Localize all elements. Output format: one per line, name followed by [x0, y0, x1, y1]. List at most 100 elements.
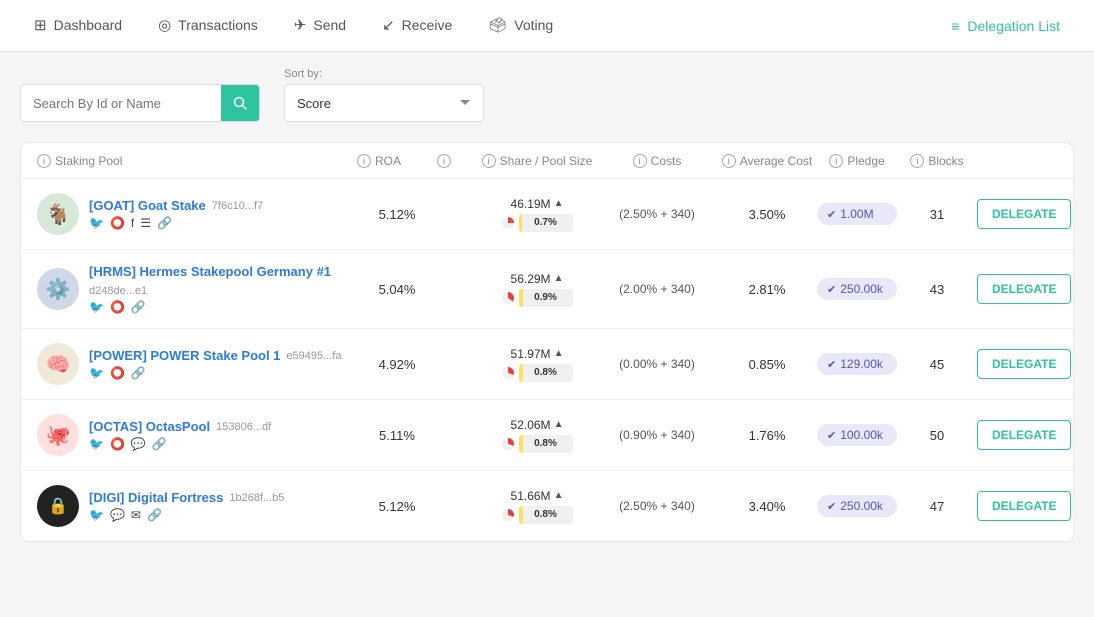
sort-container: Sort by: Score ROA Pledge Blocks Pool Si…: [284, 68, 484, 122]
twitter-icon[interactable]: 🐦: [89, 366, 104, 380]
discord-icon[interactable]: 💬: [131, 437, 146, 451]
costs-cell-hrms: (2.00% + 340): [597, 282, 717, 296]
link-icon[interactable]: 🔗: [147, 508, 162, 522]
delegation-list-icon: ≡: [951, 18, 959, 34]
pledge-check-icon: ✔: [827, 208, 836, 221]
action-cell-power: DELEGATE: [977, 349, 1074, 379]
share-pie-digi: [502, 509, 514, 521]
pool-ticker-power[interactable]: [POWER] POWER Stake Pool 1: [89, 348, 280, 363]
pool-socials-octas: 🐦 ⭕ 💬 🔗: [89, 437, 271, 451]
table-row: 🐙 [OCTAS] OctasPool 153806...df 🐦 ⭕ 💬 🔗 …: [21, 400, 1073, 471]
pledge-check-icon: ✔: [827, 500, 836, 513]
costs-cell-power: (0.00% + 340): [597, 357, 717, 371]
share-bar-container-digi: 0.8%: [502, 506, 573, 524]
avg-cost-hrms: 2.81%: [717, 282, 817, 297]
share-pie-octas: [502, 438, 514, 450]
pool-ticker-goat[interactable]: [GOAT] Goat Stake: [89, 198, 206, 213]
nav-delegation-list[interactable]: ≡ Delegation List: [933, 18, 1078, 34]
pledge-badge-goat: ✔ 1.00M: [817, 203, 897, 225]
action-cell-hrms: DELEGATE: [977, 274, 1074, 304]
circle-icon[interactable]: ⭕: [110, 437, 125, 451]
circle-icon[interactable]: ⭕: [110, 366, 125, 380]
nav-dashboard[interactable]: ⊞ Dashboard: [16, 0, 140, 51]
send-icon: ✈: [294, 16, 307, 34]
discord-icon[interactable]: 💬: [110, 508, 125, 522]
costs-cell-goat: (2.50% + 340): [597, 207, 717, 221]
pledge-badge-octas: ✔ 100.00k: [817, 424, 897, 446]
link-icon[interactable]: 🔗: [131, 300, 146, 314]
blocks-cell-goat: 31: [897, 207, 977, 222]
share-cell-hrms: 56.29M ▲ 0.9%: [477, 272, 597, 307]
delegate-button-octas[interactable]: DELEGATE: [977, 420, 1071, 450]
pool-avatar-octas: 🐙: [37, 414, 79, 456]
pledge-check-icon: ✔: [827, 429, 836, 442]
col-avgcost-label: Average Cost: [740, 154, 813, 168]
controls-row: Sort by: Score ROA Pledge Blocks Pool Si…: [20, 68, 1074, 122]
info-icon-pledge[interactable]: i: [829, 154, 843, 168]
search-input[interactable]: [21, 96, 221, 111]
info-icon-roa[interactable]: i: [357, 154, 371, 168]
col-header-info-extra: i: [437, 153, 477, 168]
roa-cell-goat: 5.12%: [357, 207, 437, 222]
pledge-cell-digi: ✔ 250.00k: [817, 495, 897, 517]
twitter-icon[interactable]: 🐦: [89, 437, 104, 451]
pool-avatar-goat: 🐐: [37, 193, 79, 235]
share-value-octas: 52.06M ▲: [511, 418, 564, 432]
share-value-digi: 51.66M ▲: [511, 489, 564, 503]
action-cell-goat: DELEGATE: [977, 199, 1074, 229]
action-cell-digi: DELEGATE: [977, 491, 1074, 521]
share-bar-hrms: 0.9%: [519, 289, 573, 307]
pool-avatar-power: 🧠: [37, 343, 79, 385]
avg-cost-octas: 1.76%: [717, 428, 817, 443]
pool-ticker-digi[interactable]: [DIGI] Digital Fortress: [89, 490, 223, 505]
delegate-button-power[interactable]: DELEGATE: [977, 349, 1071, 379]
transactions-icon: ◎: [158, 16, 171, 34]
twitter-icon[interactable]: 🐦: [89, 508, 104, 522]
nav-receive[interactable]: ↙ Receive: [364, 0, 470, 51]
share-cell-digi: 51.66M ▲ 0.8%: [477, 489, 597, 524]
delegate-button-hrms[interactable]: DELEGATE: [977, 274, 1071, 304]
email-icon[interactable]: ✉: [131, 508, 141, 522]
col-header-costs: i Costs: [597, 154, 717, 168]
share-cell-goat: 46.19M ▲ 0.7%: [477, 197, 597, 232]
pool-name-row-digi: [DIGI] Digital Fortress 1b268f...b5: [89, 490, 284, 505]
pool-cell-power: 🧠 [POWER] POWER Stake Pool 1 e59495...fa…: [37, 343, 357, 385]
facebook-icon[interactable]: f: [131, 216, 134, 230]
list-icon[interactable]: ☰: [140, 216, 151, 230]
info-icon-costs[interactable]: i: [633, 154, 647, 168]
blocks-cell-digi: 47: [897, 499, 977, 514]
nav-voting-label: Voting: [514, 17, 553, 33]
circle-icon[interactable]: ⭕: [110, 300, 125, 314]
circle-icon[interactable]: ⭕: [110, 216, 125, 230]
nav-voting[interactable]: 🗳 Voting: [470, 0, 571, 51]
link-icon[interactable]: 🔗: [131, 366, 146, 380]
receive-icon: ↙: [382, 16, 395, 34]
pool-cell-octas: 🐙 [OCTAS] OctasPool 153806...df 🐦 ⭕ 💬 🔗: [37, 414, 357, 456]
info-icon-pool[interactable]: i: [37, 154, 51, 168]
nav-transactions[interactable]: ◎ Transactions: [140, 0, 276, 51]
link-icon[interactable]: 🔗: [152, 437, 167, 451]
pool-cell-digi: 🔒 [DIGI] Digital Fortress 1b268f...b5 🐦 …: [37, 485, 357, 527]
pool-socials-hrms: 🐦 ⭕ 🔗: [89, 300, 357, 314]
pool-ticker-octas[interactable]: [OCTAS] OctasPool: [89, 419, 210, 434]
pool-hash-digi: 1b268f...b5: [229, 492, 284, 504]
share-cell-octas: 52.06M ▲ 0.8%: [477, 418, 597, 453]
table-row: ⚙️ [HRMS] Hermes Stakepool Germany #1 d2…: [21, 250, 1073, 329]
link-icon[interactable]: 🔗: [157, 216, 172, 230]
pool-cell-hrms: ⚙️ [HRMS] Hermes Stakepool Germany #1 d2…: [37, 264, 357, 314]
pool-ticker-hrms[interactable]: [HRMS] Hermes Stakepool Germany #1: [89, 264, 331, 279]
info-icon-extra[interactable]: i: [437, 154, 451, 168]
pool-name-row-goat: [GOAT] Goat Stake 7f6c10...f7: [89, 198, 263, 213]
twitter-icon[interactable]: 🐦: [89, 216, 104, 230]
info-icon-blocks[interactable]: i: [910, 154, 924, 168]
nav-send[interactable]: ✈ Send: [276, 0, 364, 51]
delegation-list-label: Delegation List: [967, 18, 1060, 34]
delegate-button-digi[interactable]: DELEGATE: [977, 491, 1071, 521]
sort-select[interactable]: Score ROA Pledge Blocks Pool Size: [284, 84, 484, 122]
table-row: 🧠 [POWER] POWER Stake Pool 1 e59495...fa…: [21, 329, 1073, 400]
twitter-icon[interactable]: 🐦: [89, 300, 104, 314]
search-button[interactable]: [221, 84, 259, 122]
info-icon-share[interactable]: i: [482, 154, 496, 168]
info-icon-avgcost[interactable]: i: [722, 154, 736, 168]
delegate-button-goat[interactable]: DELEGATE: [977, 199, 1071, 229]
